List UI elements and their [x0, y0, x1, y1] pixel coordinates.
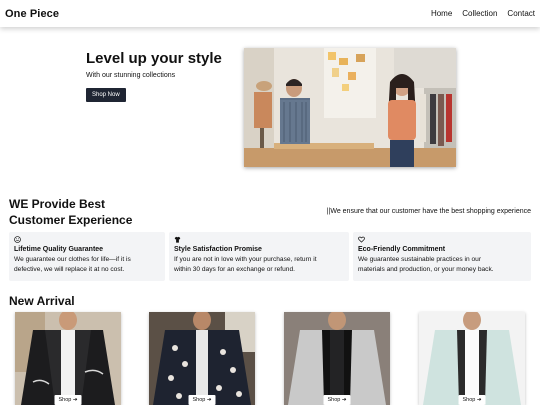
feature-title: Style Satisfaction Promise — [174, 246, 262, 253]
feature-title: Eco-Friendly Commitment — [358, 246, 446, 253]
feature-card-style: Style Satisfaction Promise If you are no… — [169, 232, 349, 281]
product-image — [284, 312, 390, 405]
product-card[interactable]: Shop ➔ — [149, 312, 255, 405]
product-card[interactable]: Shop ➔ — [284, 312, 390, 405]
nav-links: Home Collection Contact — [431, 9, 535, 18]
shop-button[interactable]: Shop ➔ — [188, 395, 216, 405]
brand-logo[interactable]: One Piece — [5, 8, 59, 20]
features-heading-line2: Customer Experience — [9, 213, 133, 227]
nav-link-contact[interactable]: Contact — [507, 9, 535, 18]
feature-text-line1: If you are not in love with your purchas… — [174, 256, 317, 263]
feature-title: Lifetime Quality Guarantee — [14, 246, 104, 253]
product-card[interactable]: Shop ➔ — [419, 312, 525, 405]
navbar: One Piece Home Collection Contact — [0, 0, 540, 27]
product-card[interactable]: Shop ➔ — [15, 312, 121, 405]
product-image — [15, 312, 121, 405]
hero-section: Level up your style With our stunning co… — [0, 27, 540, 177]
feature-text-line1: We guarantee our clothes for life—if it … — [14, 256, 131, 263]
new-arrival-title: New Arrival — [9, 294, 75, 308]
shop-button[interactable]: Shop ➔ — [323, 395, 351, 405]
hero-image — [244, 48, 456, 167]
hero-photo — [244, 48, 456, 167]
feature-text-line2: within 30 days for an exchange or refund… — [174, 266, 295, 273]
product-image — [149, 312, 255, 405]
nav-link-collection[interactable]: Collection — [462, 9, 497, 18]
shop-now-button[interactable]: Shop Now — [86, 88, 126, 102]
feature-card-eco: Eco-Friendly Commitment We guarantee sus… — [353, 232, 531, 281]
smile-icon — [14, 236, 21, 243]
features-heading-line1: WE Provide Best — [9, 197, 106, 211]
shop-button[interactable]: Shop ➔ — [54, 395, 82, 405]
product-image — [419, 312, 525, 405]
features-tagline: ||We ensure that our customer have the b… — [326, 208, 531, 215]
feature-card-quality: Lifetime Quality Guarantee We guarantee … — [9, 232, 165, 281]
nav-link-home[interactable]: Home — [431, 9, 452, 18]
heart-icon — [358, 236, 365, 243]
hero-subtitle: With our stunning collections — [86, 72, 176, 79]
hero-text: Level up your style With our stunning co… — [86, 50, 222, 102]
shop-button[interactable]: Shop ➔ — [458, 395, 486, 405]
feature-text-line2: defective, we will replace it at no cost… — [14, 266, 125, 273]
feature-text-line2: materials and production, or your money … — [358, 266, 494, 273]
shirt-icon — [174, 236, 181, 243]
feature-text-line1: We guarantee sustainable practices in ou… — [358, 256, 482, 263]
hero-title: Level up your style — [86, 50, 222, 67]
features-heading: WE Provide Best Customer Experience — [9, 196, 132, 228]
